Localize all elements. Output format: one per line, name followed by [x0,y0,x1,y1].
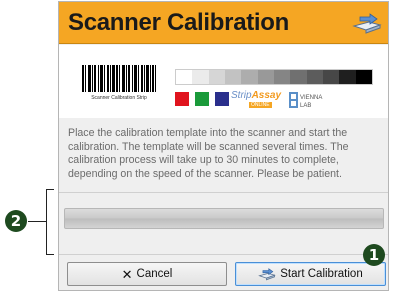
green-swatch [195,92,209,106]
grayscale-step [241,70,258,84]
grayscale-ramp [175,69,373,85]
grayscale-step [322,70,340,84]
callout-2: 2 [5,210,27,232]
callout-1: 1 [363,244,385,266]
divider [59,192,388,193]
grayscale-step [176,70,193,84]
grayscale-step [290,70,307,84]
grayscale-step [257,70,274,84]
start-calibration-button[interactable]: Start Calibration [235,262,386,286]
blue-swatch [215,92,229,106]
divider [59,254,388,255]
scanner-arrow-icon [258,268,277,281]
cancel-button-label: Cancel [136,268,173,280]
start-calibration-button-label: Start Calibration [280,268,363,280]
red-swatch [175,92,189,106]
callout-bracket [46,189,54,255]
callout-leader-line [28,221,46,222]
barcode-label: Scanner Calibration Strip [91,95,147,101]
scanner-calibration-dialog: Scanner Calibration Scanner Calibration … [58,1,389,291]
grayscale-step [355,70,372,84]
stripassay-logo-sub: ONLINE [249,102,272,108]
stripassay-logo: StripAssay [231,90,282,101]
grayscale-step [306,70,323,84]
calibration-progress-bar [64,208,384,229]
dialog-title: Scanner Calibration [68,9,290,36]
grayscale-step [339,70,356,84]
svg-text:LAB: LAB [300,103,311,109]
grayscale-step [192,70,209,84]
close-x-icon: ✕ [121,266,133,282]
calibration-strip-preview: Scanner Calibration Strip StripAssay ONL… [59,45,388,118]
grayscale-step [208,70,225,84]
instructions-text: Place the calibration template into the … [68,127,349,180]
cancel-button[interactable]: ✕ Cancel [67,262,227,286]
svg-text:VIENNA: VIENNA [300,95,322,101]
grayscale-step [273,70,291,84]
viennalab-logo: VIENNA LAB [289,92,322,109]
scanner-arrow-icon [352,13,382,34]
grayscale-step [224,70,242,84]
barcode: Scanner Calibration Strip [79,65,159,105]
barcode-icon [82,65,156,92]
title-bar: Scanner Calibration [59,2,388,44]
